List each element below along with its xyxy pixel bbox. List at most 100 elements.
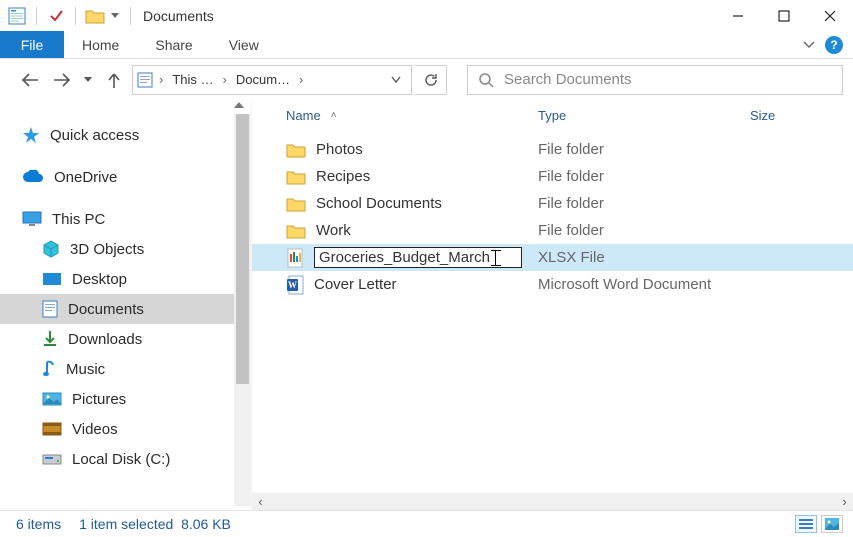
cloud-icon — [22, 170, 44, 184]
file-row[interactable]: Recipes File folder — [252, 163, 853, 190]
rename-text: Groceries_Budget_March — [319, 249, 490, 266]
breadcrumb-root[interactable]: This … — [169, 72, 216, 87]
nav-documents[interactable]: Documents — [0, 294, 251, 324]
column-header-type[interactable]: Type — [538, 108, 750, 123]
documents-icon — [42, 300, 58, 318]
nav-desktop[interactable]: Desktop — [0, 264, 251, 294]
column-header-name[interactable]: Name ˄ — [252, 108, 538, 123]
disk-icon — [42, 452, 62, 466]
view-thumbnails-button[interactable] — [821, 515, 843, 533]
status-size: 8.06 KB — [181, 516, 231, 532]
word-icon: W — [286, 275, 304, 295]
content-area: Name ˄ Type Size PhotosFile folderRecipe… — [252, 100, 853, 510]
file-row[interactable]: Groceries_Budget_MarchXLSX File — [252, 244, 853, 271]
nav-quick-access[interactable]: Quick access — [0, 120, 251, 150]
qat-dropdown-icon[interactable] — [108, 13, 122, 19]
chevron-right-icon[interactable]: › — [155, 72, 167, 87]
nav-scroll-up-icon[interactable] — [0, 100, 251, 114]
view-details-button[interactable] — [795, 515, 817, 533]
close-button[interactable] — [807, 0, 853, 31]
file-name: Photos — [316, 141, 363, 158]
pictures-icon — [42, 392, 62, 406]
folder-icon — [286, 196, 306, 212]
refresh-button[interactable] — [415, 65, 447, 95]
file-list[interactable]: PhotosFile folderRecipesFile folderSchoo… — [252, 130, 853, 493]
star-icon — [22, 126, 40, 144]
nav-local-disk[interactable]: Local Disk (C:) — [0, 444, 251, 474]
nav-row: › This … › Docum… › Search Documents — [0, 59, 853, 100]
file-row[interactable]: School Documents File folder — [252, 190, 853, 217]
window-title: Documents — [143, 8, 214, 24]
file-row[interactable]: PhotosFile folder — [252, 136, 853, 163]
ribbon: File Home Share View ? — [0, 31, 853, 59]
view-tab[interactable]: View — [211, 31, 277, 58]
file-tab[interactable]: File — [0, 31, 64, 58]
nav-label: 3D Objects — [70, 241, 144, 258]
address-dropdown-icon[interactable] — [385, 72, 407, 87]
nav-this-pc[interactable]: This PC — [0, 204, 251, 234]
downloads-icon — [42, 330, 58, 348]
folder-icon — [286, 169, 306, 185]
nav-scrollbar[interactable] — [234, 114, 251, 506]
scroll-right-icon[interactable]: › — [836, 493, 853, 510]
navigation-pane: Quick access OneDrive This PC 3D Objects — [0, 100, 252, 510]
search-box[interactable]: Search Documents — [467, 65, 843, 95]
content-hscrollbar[interactable]: ‹ › — [252, 493, 853, 510]
nav-label: Quick access — [50, 127, 139, 144]
3d-icon — [42, 240, 60, 258]
scroll-left-icon[interactable]: ‹ — [252, 493, 269, 510]
pc-icon — [22, 211, 42, 227]
status-bar: 6 items 1 item selected 8.06 KB — [0, 510, 853, 537]
rename-input[interactable]: Groceries_Budget_March — [314, 247, 522, 268]
status-item-count: 6 items — [16, 516, 61, 532]
nav-pictures[interactable]: Pictures — [0, 384, 251, 414]
nav-onedrive[interactable]: OneDrive — [0, 162, 251, 192]
help-button[interactable]: ? — [825, 36, 843, 54]
nav-label: Videos — [72, 421, 118, 438]
location-icon — [137, 72, 153, 88]
maximize-button[interactable] — [761, 0, 807, 31]
file-name: School Documents — [316, 195, 442, 212]
share-tab[interactable]: Share — [137, 31, 210, 58]
file-name: Recipes — [316, 168, 370, 185]
breadcrumb-current[interactable]: Docum… — [233, 72, 293, 87]
folder-icon — [286, 142, 306, 158]
file-row[interactable]: W Cover Letter Microsoft Word Document — [252, 271, 853, 298]
column-header-row: Name ˄ Type Size — [252, 100, 853, 130]
nav-label: Documents — [68, 301, 144, 318]
file-type: Microsoft Word Document — [538, 276, 750, 293]
recent-locations-button[interactable] — [80, 66, 96, 94]
up-button[interactable] — [100, 66, 128, 94]
videos-icon — [42, 422, 62, 436]
title-bar: Documents — [0, 0, 853, 31]
nav-scroll-thumb[interactable] — [236, 114, 249, 384]
forward-button[interactable] — [48, 66, 76, 94]
nav-label: Music — [66, 361, 105, 378]
file-row[interactable]: WorkFile folder — [252, 217, 853, 244]
minimize-button[interactable] — [715, 0, 761, 31]
desktop-icon — [42, 272, 62, 286]
home-tab[interactable]: Home — [64, 31, 137, 58]
nav-downloads[interactable]: Downloads — [0, 324, 251, 354]
qat-folder-icon[interactable] — [84, 5, 106, 27]
nav-3d-objects[interactable]: 3D Objects — [0, 234, 251, 264]
nav-label: Desktop — [72, 271, 127, 288]
back-button[interactable] — [16, 66, 44, 94]
file-type: File folder — [538, 195, 750, 212]
nav-label: OneDrive — [54, 169, 117, 186]
chevron-right-icon[interactable]: › — [219, 72, 231, 87]
file-type: File folder — [538, 168, 750, 185]
nav-videos[interactable]: Videos — [0, 414, 251, 444]
nav-music[interactable]: Music — [0, 354, 251, 384]
qat-properties-icon[interactable] — [45, 5, 67, 27]
file-name: Work — [316, 222, 351, 239]
column-header-size[interactable]: Size — [750, 108, 853, 123]
folder-icon — [286, 223, 306, 239]
file-name: Cover Letter — [314, 276, 397, 293]
status-selection: 1 item selected — [79, 516, 173, 532]
chevron-right-icon[interactable]: › — [295, 72, 307, 87]
address-bar[interactable]: › This … › Docum… › — [132, 65, 412, 95]
music-icon — [42, 360, 56, 378]
svg-text:W: W — [288, 280, 297, 290]
ribbon-expand-icon[interactable] — [803, 41, 815, 49]
